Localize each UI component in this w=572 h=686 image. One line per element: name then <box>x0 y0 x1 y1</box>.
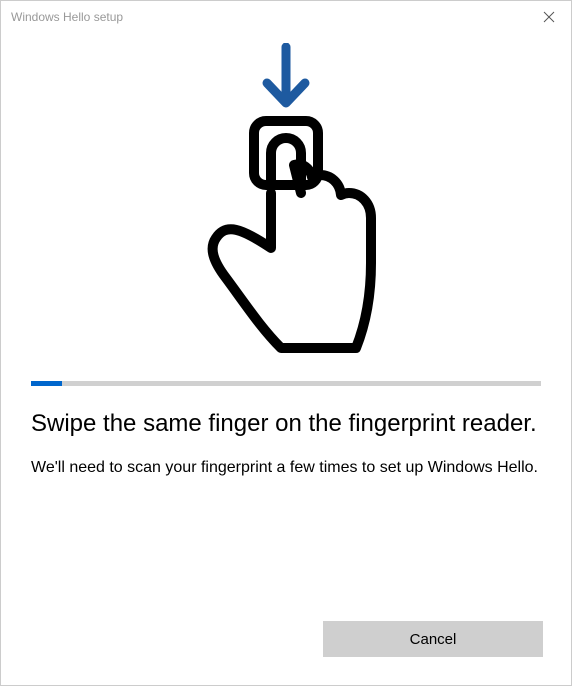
finger-scan-icon <box>171 43 401 363</box>
close-icon <box>543 11 555 23</box>
progress-bar <box>31 381 541 386</box>
dialog-footer: Cancel <box>1 599 571 685</box>
instruction-heading: Swipe the same finger on the fingerprint… <box>31 408 541 439</box>
titlebar: Windows Hello setup <box>1 1 571 33</box>
instruction-body: We'll need to scan your fingerprint a fe… <box>31 457 541 479</box>
cancel-button[interactable]: Cancel <box>323 621 543 657</box>
window-title: Windows Hello setup <box>11 10 123 24</box>
fingerprint-illustration <box>31 33 541 381</box>
progress-fill <box>31 381 62 386</box>
close-button[interactable] <box>526 1 571 33</box>
